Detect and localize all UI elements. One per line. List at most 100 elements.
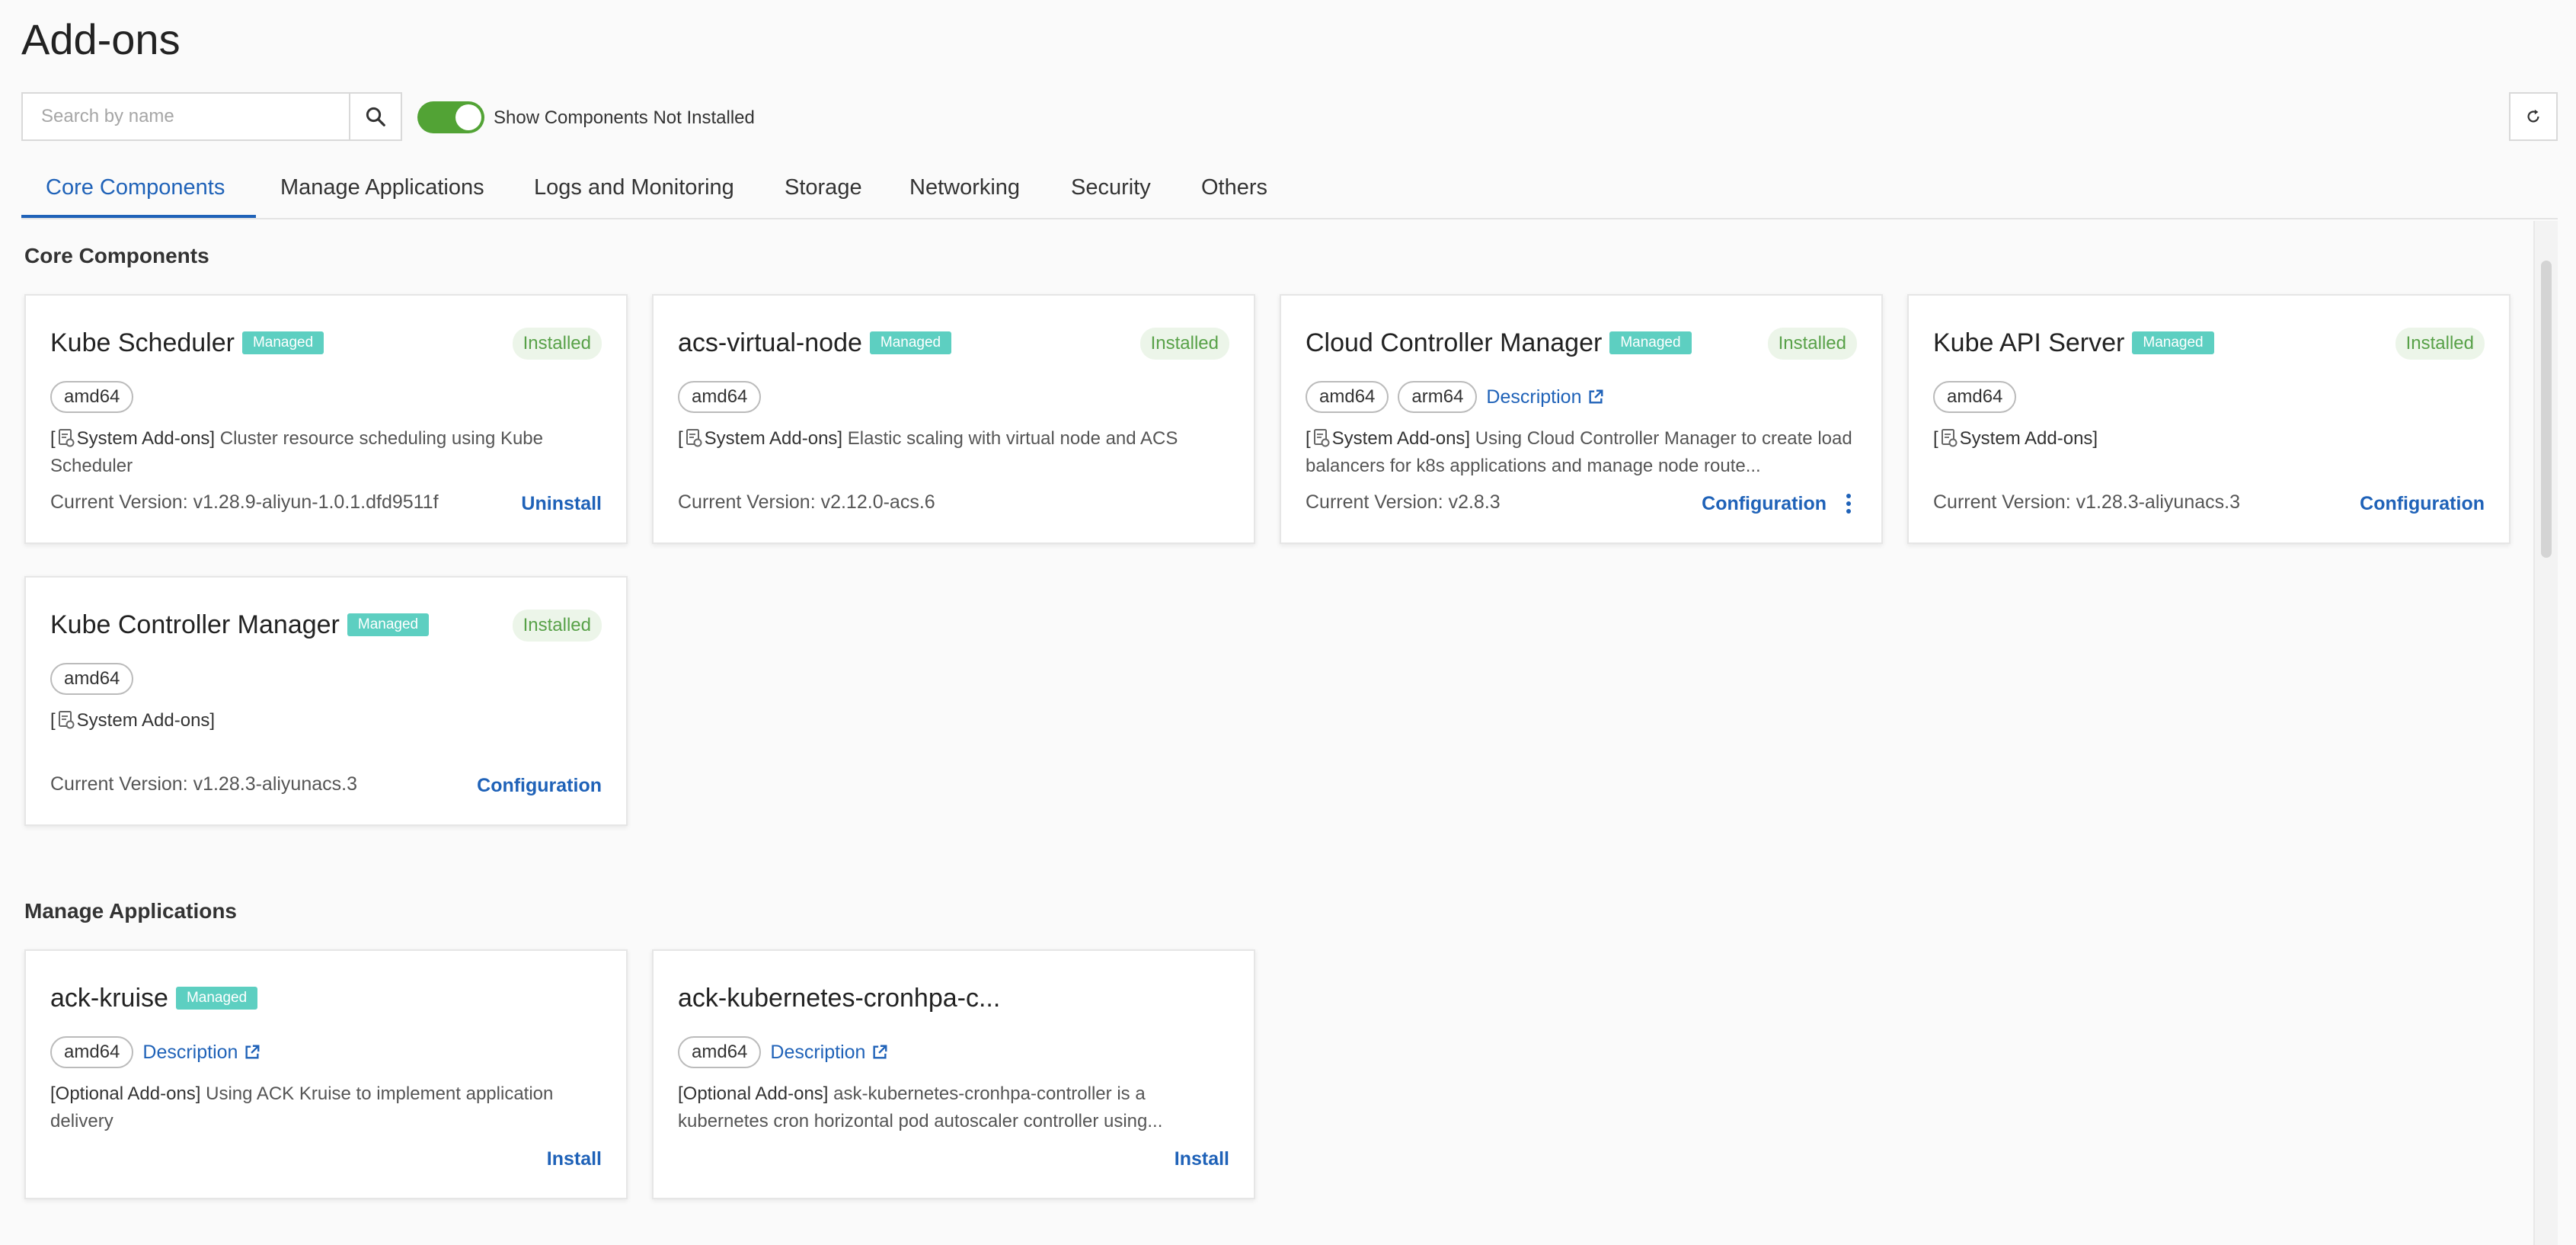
card-actions: Configuration: [1702, 491, 1857, 517]
addon-description: [System Add-ons]: [1933, 428, 2098, 449]
managed-badge: Managed: [2132, 331, 2214, 354]
system-addon-icon: [1313, 429, 1330, 447]
description-link[interactable]: Description: [142, 1042, 260, 1064]
arch-tags: amd64: [50, 663, 134, 695]
addon-description: [System Add-ons] Using Cloud Controller …: [1306, 428, 1852, 476]
addon-card-kube-controller-manager: Kube Controller Manager Managed Installed…: [24, 576, 628, 826]
addon-name: ack-kruise Managed: [50, 981, 258, 1015]
arch-tag: amd64: [50, 663, 134, 695]
card-actions: Install: [547, 1146, 602, 1172]
scrollbar[interactable]: [2533, 221, 2558, 1245]
tab-bar: Core Components Manage Applications Logs…: [21, 157, 2558, 219]
external-link-icon: [1589, 389, 1603, 404]
addon-name: Kube Scheduler Managed: [50, 326, 324, 360]
description-link[interactable]: Description: [770, 1042, 888, 1064]
current-version: Current Version: v2.12.0-acs.6: [678, 491, 935, 513]
more-vertical-icon: [1846, 494, 1851, 514]
refresh-icon: [2527, 109, 2539, 123]
system-addon-icon: [1941, 429, 1958, 447]
current-version: Current Version: v1.28.9-aliyun-1.0.1.df…: [50, 491, 439, 513]
managed-badge: Managed: [175, 987, 258, 1010]
addon-card-kube-api-server: Kube API Server Managed Installed amd64 […: [1907, 294, 2510, 544]
addon-name: Kube Controller Manager Managed: [50, 608, 430, 642]
arch-tags: amd64 Description: [50, 1036, 260, 1068]
search-input[interactable]: [23, 94, 349, 139]
addon-description: [Optional Add-ons] Using ACK Kruise to i…: [50, 1083, 554, 1131]
status-badge: Installed: [1139, 328, 1229, 360]
card-actions: Configuration: [2360, 491, 2485, 517]
system-addon-icon: [58, 711, 75, 729]
status-badge: Installed: [2395, 328, 2485, 360]
scrollbar-thumb[interactable]: [2541, 261, 2552, 558]
search-button[interactable]: [349, 94, 401, 139]
install-button[interactable]: Install: [1175, 1146, 1229, 1172]
arch-tags: amd64: [1933, 381, 2017, 413]
arch-tag: amd64: [50, 1036, 134, 1068]
addon-name: acs-virtual-node Managed: [678, 326, 952, 360]
active-tab-indicator: [21, 215, 256, 218]
system-addon-icon: [58, 429, 75, 447]
install-button[interactable]: Install: [547, 1146, 602, 1172]
page-title: Add-ons: [21, 15, 181, 63]
arch-tag: amd64: [1306, 381, 1389, 413]
toggle-label: Show Components Not Installed: [494, 107, 755, 128]
addon-name: Cloud Controller Manager Managed: [1306, 326, 1692, 360]
section-title-manage-applications: Manage Applications: [24, 899, 238, 923]
arch-tags: amd64: [50, 381, 134, 413]
system-addon-icon: [686, 429, 702, 447]
arch-tag: amd64: [678, 1036, 762, 1068]
addon-description: [System Add-ons]: [50, 710, 216, 731]
status-badge: Installed: [1767, 328, 1857, 360]
show-not-installed-toggle[interactable]: [417, 101, 484, 133]
addon-name: ack-kubernetes-cronhpa-c...: [678, 984, 1001, 1013]
addon-description: [System Add-ons] Elastic scaling with vi…: [678, 428, 1178, 449]
arch-tag: amd64: [50, 381, 134, 413]
current-version: Current Version: v1.28.3-aliyunacs.3: [50, 773, 357, 795]
arch-tags: amd64 Description: [678, 1036, 888, 1068]
addon-card-acs-virtual-node: acs-virtual-node Managed Installed amd64 …: [652, 294, 1255, 544]
addon-description: [System Add-ons] Cluster resource schedu…: [50, 428, 544, 476]
configuration-button[interactable]: Configuration: [477, 773, 602, 799]
tab-storage[interactable]: Storage: [785, 172, 862, 203]
tab-logs-and-monitoring[interactable]: Logs and Monitoring: [534, 172, 734, 203]
tab-networking[interactable]: Networking: [909, 172, 1020, 203]
managed-badge: Managed: [1609, 331, 1692, 354]
managed-badge: Managed: [347, 613, 430, 636]
external-link-icon: [245, 1045, 260, 1059]
managed-badge: Managed: [869, 331, 952, 354]
arch-tag: amd64: [678, 381, 762, 413]
search-icon: [366, 107, 385, 126]
configuration-button[interactable]: Configuration: [1702, 491, 1827, 517]
configuration-button[interactable]: Configuration: [2360, 491, 2485, 517]
card-actions: Configuration: [477, 773, 602, 799]
uninstall-button[interactable]: Uninstall: [521, 491, 602, 517]
refresh-button[interactable]: [2509, 92, 2558, 141]
current-version: Current Version: v2.8.3: [1306, 491, 1501, 513]
tab-core-components[interactable]: Core Components: [46, 172, 225, 203]
description-link[interactable]: Description: [1486, 386, 1604, 408]
status-badge: Installed: [512, 328, 602, 360]
managed-badge: Managed: [241, 331, 324, 354]
addon-card-kube-scheduler: Kube Scheduler Managed Installed amd64 [S…: [24, 294, 628, 544]
addon-card-ack-kruise: ack-kruise Managed amd64 Description [Opt…: [24, 949, 628, 1199]
search-box: [21, 92, 402, 141]
arch-tag: amd64: [1933, 381, 2017, 413]
more-actions-button[interactable]: [1840, 493, 1857, 514]
addon-card-ack-kubernetes-cronhpa: ack-kubernetes-cronhpa-c... amd64 Descri…: [652, 949, 1255, 1199]
tab-manage-applications[interactable]: Manage Applications: [280, 172, 484, 203]
tab-security[interactable]: Security: [1071, 172, 1151, 203]
current-version: Current Version: v1.28.3-aliyunacs.3: [1933, 491, 2240, 513]
arch-tag: arm64: [1398, 381, 1478, 413]
section-title-core-components: Core Components: [24, 244, 209, 267]
card-actions: Uninstall: [521, 491, 602, 517]
external-link-icon: [873, 1045, 887, 1059]
tab-others[interactable]: Others: [1201, 172, 1267, 203]
addon-description: [Optional Add-ons] ask-kubernetes-cronhp…: [678, 1083, 1163, 1131]
status-badge: Installed: [512, 610, 602, 642]
addon-name: Kube API Server Managed: [1933, 326, 2214, 360]
arch-tags: amd64: [678, 381, 762, 413]
arch-tags: amd64 arm64 Description: [1306, 381, 1604, 413]
addon-card-cloud-controller-manager: Cloud Controller Manager Managed Installe…: [1280, 294, 1883, 544]
card-actions: Install: [1175, 1146, 1229, 1172]
toggle-knob: [455, 104, 481, 130]
